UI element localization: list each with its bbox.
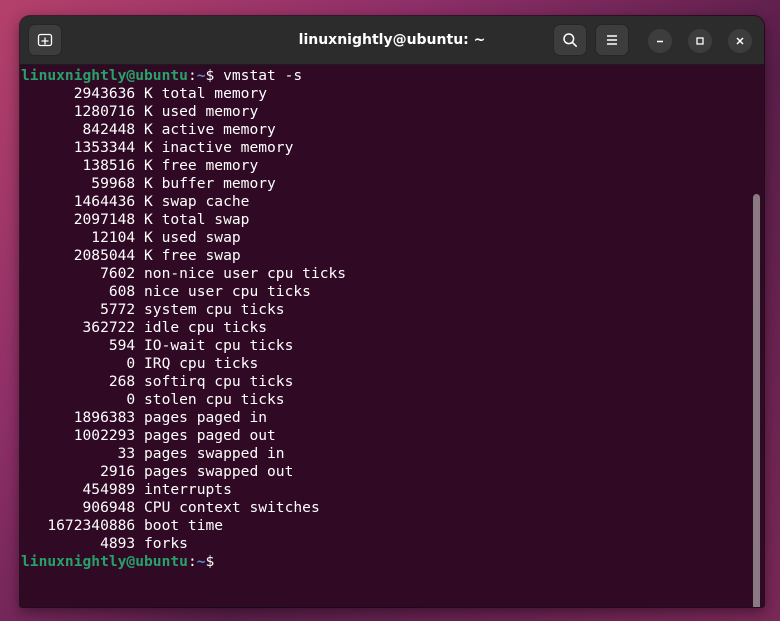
prompt-path: ~ [196,553,206,570]
output-line: 362722 idle cpu ticks [21,319,268,336]
output-line: 5772 system cpu ticks [21,301,285,318]
output-line: 2097148 K total swap [21,211,250,228]
output-line: 7602 non-nice user cpu ticks [21,265,347,282]
output-line: 1002293 pages paged out [21,427,276,444]
output-line: 1280716 K used memory [21,103,259,120]
output-line: 138516 K free memory [21,157,259,174]
output-line: 33 pages swapped in [21,445,285,462]
prompt-colon: : [187,553,197,570]
close-icon [736,37,744,45]
terminal-output[interactable]: linuxnightly@ubuntu:~$ vmstat -s 2943636… [20,65,746,607]
output-line: 4893 forks [21,535,188,552]
prompt-line: linuxnightly@ubuntu:~$ [21,553,746,571]
new-tab-button[interactable] [28,24,62,56]
output-line: 2943636 K total memory [21,85,268,102]
maximize-icon [696,37,704,45]
output-line: 268 softirq cpu ticks [21,373,294,390]
output-line: 608 nice user cpu ticks [21,283,311,300]
minimize-button[interactable] [648,29,672,53]
output-line: 0 stolen cpu ticks [21,391,285,408]
hamburger-menu-icon [607,35,617,45]
output-line: 906948 CPU context switches [21,499,320,516]
output-line: 594 IO-wait cpu ticks [21,337,294,354]
output-line: 454989 interrupts [21,481,232,498]
output-lines: 2943636 K total memory 1280716 K used me… [20,85,746,553]
text-cursor [223,553,231,569]
menu-button[interactable] [595,24,629,56]
search-icon [563,33,577,47]
output-line: 0 IRQ cpu ticks [21,355,259,372]
output-line: 842448 K active memory [21,121,276,138]
maximize-button[interactable] [688,29,712,53]
output-line: 2916 pages swapped out [21,463,294,480]
minimize-icon [657,40,663,43]
search-button[interactable] [553,24,587,56]
new-tab-icon [37,33,53,47]
output-line: 12104 K used swap [21,229,241,246]
output-line: 1353344 K inactive memory [21,139,294,156]
prompt-user-host: linuxnightly@ubuntu [21,67,188,84]
terminal-window: linuxnightly@ubuntu: ~ linuxnightly@ubun… [20,16,764,607]
prompt-user-host: linuxnightly@ubuntu [21,553,188,570]
scrollbar[interactable] [753,194,760,607]
prompt-symbol: $ [205,553,224,570]
close-button[interactable] [728,29,752,53]
command-line: linuxnightly@ubuntu:~$ vmstat -s [21,67,746,85]
output-line: 1464436 K swap cache [21,193,250,210]
title-bar: linuxnightly@ubuntu: ~ [20,16,764,65]
output-line: 1896383 pages paged in [21,409,268,426]
prompt-colon: : [187,67,197,84]
command-text: vmstat -s [223,67,303,84]
output-line: 59968 K buffer memory [21,175,276,192]
output-line: 2085044 K free swap [21,247,241,264]
prompt-path: ~ [196,67,206,84]
output-line: 1672340886 boot time [21,517,224,534]
prompt-symbol: $ [205,67,224,84]
